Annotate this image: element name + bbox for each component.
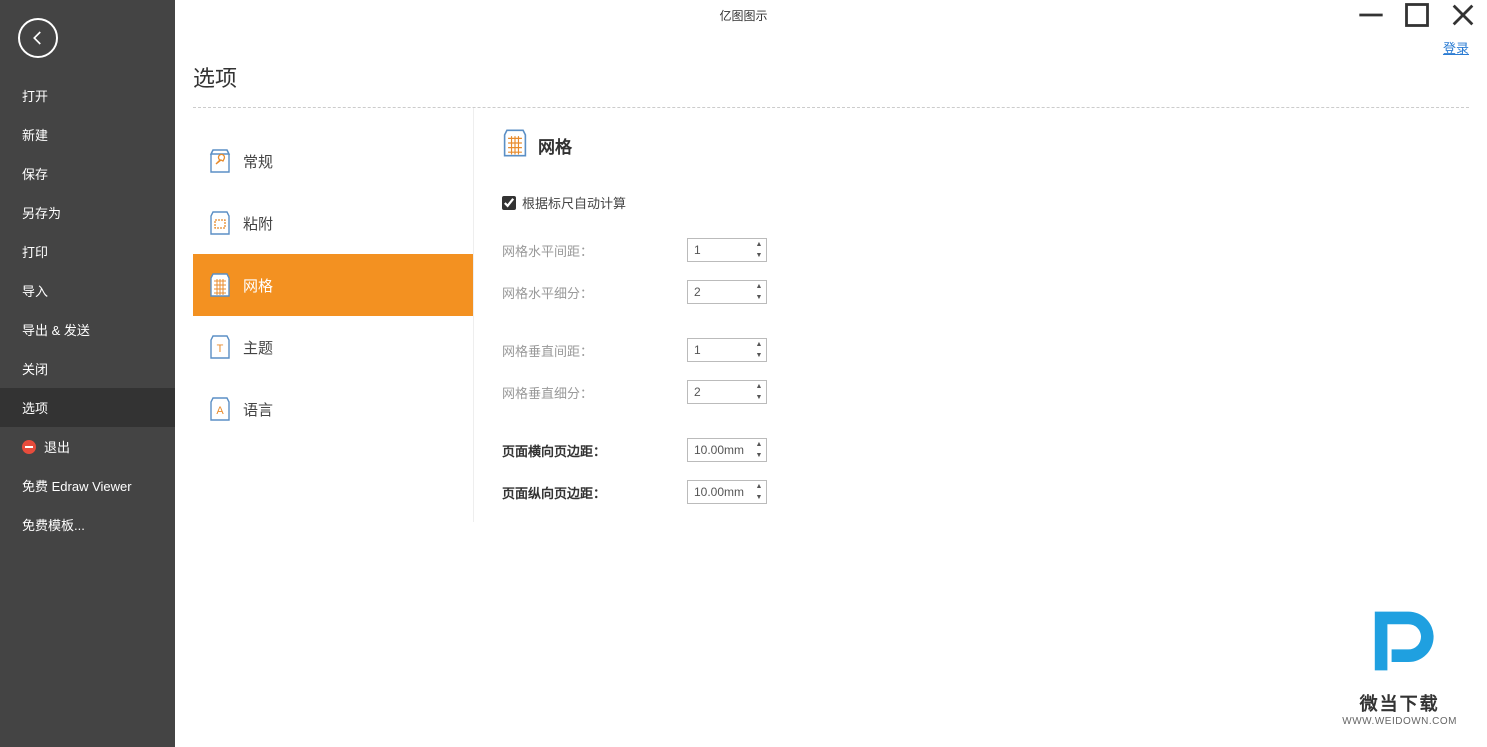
- arrow-left-icon: [29, 29, 47, 47]
- exit-icon: [22, 440, 36, 454]
- h-subdiv-label: 网格水平细分：: [502, 283, 687, 302]
- sidebar-label: 新建: [22, 125, 48, 144]
- auto-calc-checkbox[interactable]: [502, 196, 516, 210]
- auto-calc-row: 根据标尺自动计算: [502, 193, 1469, 212]
- sidebar-label: 退出: [44, 437, 70, 456]
- grid-icon: [209, 272, 231, 298]
- sidebar-label: 保存: [22, 164, 48, 183]
- sidebar-label: 打开: [22, 86, 48, 105]
- tab-general[interactable]: 常规: [193, 130, 473, 192]
- row-v-subdiv: 网格垂直细分： ▲▼: [502, 380, 1469, 404]
- spin-down[interactable]: ▼: [752, 350, 766, 361]
- sidebar-label: 导出 & 发送: [22, 320, 90, 339]
- sidebar-item-templates[interactable]: 免费模板...: [0, 505, 175, 544]
- spin-down[interactable]: ▼: [752, 450, 766, 461]
- tab-label: 粘附: [243, 213, 273, 234]
- row-v-margin: 页面纵向页边距： ▲▼: [502, 480, 1469, 504]
- auto-calc-label: 根据标尺自动计算: [522, 193, 626, 212]
- spin-up[interactable]: ▲: [752, 481, 766, 492]
- sidebar-item-import[interactable]: 导入: [0, 271, 175, 310]
- tab-snap[interactable]: 粘附: [193, 192, 473, 254]
- sidebar-item-print[interactable]: 打印: [0, 232, 175, 271]
- grid-section-icon: [502, 128, 528, 163]
- svg-text:T: T: [217, 343, 224, 355]
- sidebar: 打开 新建 保存 另存为 打印 导入 导出 & 发送 关闭 选项 退出 免费 E…: [0, 0, 175, 747]
- sidebar-item-close[interactable]: 关闭: [0, 349, 175, 388]
- row-h-subdiv: 网格水平细分： ▲▼: [502, 280, 1469, 304]
- sidebar-menu: 打开 新建 保存 另存为 打印 导入 导出 & 发送 关闭 选项 退出 免费 E…: [0, 76, 175, 544]
- row-h-spacing: 网格水平间距： ▲▼: [502, 238, 1469, 262]
- v-subdiv-spinner[interactable]: ▲▼: [687, 380, 767, 404]
- snap-icon: [209, 210, 231, 236]
- maximize-button[interactable]: [1403, 1, 1431, 29]
- tab-label: 语言: [243, 399, 273, 420]
- wrench-icon: [209, 148, 231, 174]
- row-h-margin: 页面横向页边距： ▲▼: [502, 438, 1469, 462]
- watermark-logo-icon: [1342, 599, 1457, 688]
- h-subdiv-spinner[interactable]: ▲▼: [687, 280, 767, 304]
- h-margin-label: 页面横向页边距：: [502, 441, 687, 460]
- main-area: 选项 常规 粘附 网格 T 主题 A 语言: [175, 55, 1487, 747]
- sidebar-label: 免费模板...: [22, 515, 85, 534]
- app-title: 亿图图示: [719, 7, 767, 24]
- tab-label: 常规: [243, 151, 273, 172]
- spin-up[interactable]: ▲: [752, 339, 766, 350]
- sidebar-label: 另存为: [22, 203, 61, 222]
- sidebar-item-options[interactable]: 选项: [0, 388, 175, 427]
- content-wrap: 常规 粘附 网格 T 主题 A 语言 网格: [193, 108, 1469, 522]
- window-controls: [1357, 0, 1477, 30]
- sidebar-item-save[interactable]: 保存: [0, 154, 175, 193]
- tab-label: 主题: [243, 337, 273, 358]
- tab-grid[interactable]: 网格: [193, 254, 473, 316]
- spin-up[interactable]: ▲: [752, 439, 766, 450]
- sidebar-item-saveas[interactable]: 另存为: [0, 193, 175, 232]
- spin-down[interactable]: ▼: [752, 392, 766, 403]
- spin-up[interactable]: ▲: [752, 239, 766, 250]
- titlebar: 亿图图示: [0, 0, 1487, 30]
- watermark-text: 微当下载: [1342, 690, 1457, 716]
- spin-down[interactable]: ▼: [752, 292, 766, 303]
- sidebar-label: 关闭: [22, 359, 48, 378]
- settings-tabs: 常规 粘附 网格 T 主题 A 语言: [193, 108, 473, 522]
- language-icon: A: [209, 396, 231, 422]
- section-title: 网格: [538, 133, 572, 158]
- svg-text:A: A: [216, 405, 224, 417]
- sidebar-item-exit[interactable]: 退出: [0, 427, 175, 466]
- minimize-button[interactable]: [1357, 1, 1385, 29]
- sidebar-item-new[interactable]: 新建: [0, 115, 175, 154]
- h-spacing-spinner[interactable]: ▲▼: [687, 238, 767, 262]
- tab-label: 网格: [243, 275, 273, 296]
- v-subdiv-label: 网格垂直细分：: [502, 383, 687, 402]
- page-title: 选项: [193, 61, 1469, 93]
- spin-down[interactable]: ▼: [752, 250, 766, 261]
- close-button[interactable]: [1449, 1, 1477, 29]
- sidebar-item-viewer[interactable]: 免费 Edraw Viewer: [0, 466, 175, 505]
- sidebar-item-open[interactable]: 打开: [0, 76, 175, 115]
- sidebar-label: 导入: [22, 281, 48, 300]
- spin-up[interactable]: ▲: [752, 281, 766, 292]
- v-spacing-label: 网格垂直间距：: [502, 341, 687, 360]
- h-spacing-label: 网格水平间距：: [502, 241, 687, 260]
- sidebar-item-export[interactable]: 导出 & 发送: [0, 310, 175, 349]
- watermark-url: WWW.WEIDOWN.COM: [1342, 716, 1457, 727]
- tab-language[interactable]: A 语言: [193, 378, 473, 440]
- settings-content: 网格 根据标尺自动计算 网格水平间距： ▲▼ 网格水平细分： ▲▼ 网格垂直间距…: [473, 108, 1469, 522]
- sidebar-label: 免费 Edraw Viewer: [22, 476, 132, 495]
- row-v-spacing: 网格垂直间距： ▲▼: [502, 338, 1469, 362]
- spin-up[interactable]: ▲: [752, 381, 766, 392]
- v-margin-spinner[interactable]: ▲▼: [687, 480, 767, 504]
- sidebar-label: 选项: [22, 398, 48, 417]
- sidebar-label: 打印: [22, 242, 48, 261]
- v-spacing-spinner[interactable]: ▲▼: [687, 338, 767, 362]
- v-margin-label: 页面纵向页边距：: [502, 483, 687, 502]
- spin-down[interactable]: ▼: [752, 492, 766, 503]
- section-header: 网格: [502, 128, 1469, 163]
- watermark: 微当下载 WWW.WEIDOWN.COM: [1342, 599, 1457, 727]
- tab-theme[interactable]: T 主题: [193, 316, 473, 378]
- theme-icon: T: [209, 334, 231, 360]
- h-margin-spinner[interactable]: ▲▼: [687, 438, 767, 462]
